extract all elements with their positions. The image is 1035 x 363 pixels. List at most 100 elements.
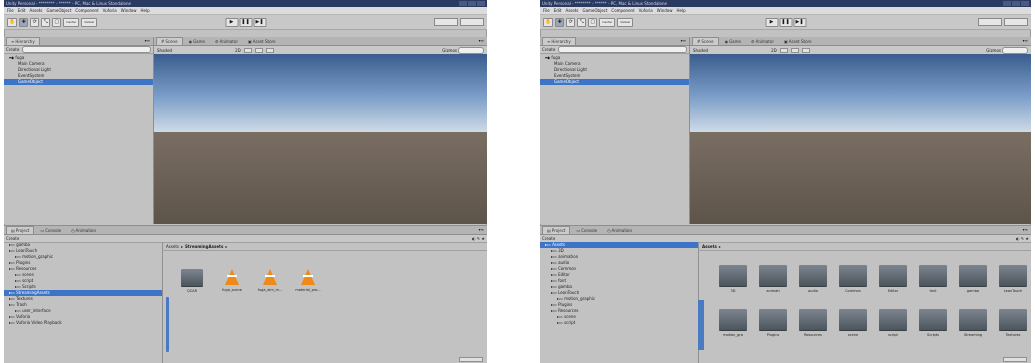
- project-tree-item[interactable]: ▸▭ script: [540, 320, 698, 326]
- tab-hierarchy[interactable]: ≡ Hierarchy: [542, 37, 576, 45]
- hierarchy-search-input[interactable]: [558, 46, 687, 53]
- effects-toggle-icon[interactable]: [801, 47, 810, 53]
- asset-item[interactable]: LeanTouch: [996, 265, 1030, 293]
- project-scrollbar[interactable]: [698, 300, 704, 350]
- menu-assets[interactable]: Assets: [29, 8, 42, 13]
- pause-icon[interactable]: ❚❚: [239, 17, 252, 27]
- project-tree-item[interactable]: ▸▭ Vuforia Video Playback: [4, 320, 162, 326]
- asset-item[interactable]: Common: [836, 265, 870, 293]
- step-icon[interactable]: ▶❚: [793, 17, 806, 27]
- asset-item[interactable]: Streaming: [956, 309, 990, 337]
- asset-item[interactable]: fuga_scene: [220, 269, 244, 292]
- menu-vuforia[interactable]: Vuforia: [103, 8, 117, 13]
- menu-component[interactable]: Component: [611, 8, 634, 13]
- menu-file[interactable]: File: [7, 8, 14, 13]
- rect-tool-icon[interactable]: ▢: [588, 17, 598, 27]
- move-tool-icon[interactable]: ✚: [19, 17, 29, 27]
- close-button[interactable]: [1021, 1, 1029, 6]
- zoom-slider[interactable]: [459, 357, 483, 362]
- asset-item[interactable]: font: [916, 265, 950, 293]
- layout-dropdown[interactable]: [1004, 18, 1028, 26]
- tab-animator[interactable]: ⚙ Animator: [211, 38, 242, 45]
- 2d-toggle[interactable]: 2D: [771, 48, 777, 53]
- panel-menu-icon[interactable]: ▾≡: [479, 38, 484, 43]
- space-toggle[interactable]: Global: [617, 17, 633, 27]
- step-icon[interactable]: ▶❚: [253, 17, 266, 27]
- play-icon[interactable]: ▶: [225, 17, 238, 27]
- hand-tool-icon[interactable]: ✋: [543, 17, 554, 27]
- filter-icons[interactable]: ◐ ✎ ★: [472, 236, 485, 241]
- layout-dropdown[interactable]: [460, 18, 484, 26]
- move-tool-icon[interactable]: ✚: [555, 17, 565, 27]
- hierarchy-item-selected[interactable]: GameObject: [540, 79, 689, 85]
- hierarchy-item-selected[interactable]: GameObject: [4, 79, 153, 85]
- asset-item[interactable]: Textures: [996, 309, 1030, 337]
- tab-console[interactable]: ▭ Console: [572, 227, 601, 234]
- rotate-tool-icon[interactable]: ⟳: [566, 17, 576, 27]
- menu-edit[interactable]: Edit: [18, 8, 26, 13]
- create-dropdown[interactable]: Create: [542, 236, 555, 241]
- effects-toggle-icon[interactable]: [265, 47, 274, 53]
- asset-item[interactable]: motion_gra: [716, 309, 750, 337]
- gizmos-dropdown[interactable]: Gizmos: [986, 48, 1001, 53]
- asset-item[interactable]: audio: [796, 265, 830, 293]
- audio-toggle-icon[interactable]: [254, 47, 263, 53]
- hand-tool-icon[interactable]: ✋: [7, 17, 18, 27]
- rect-tool-icon[interactable]: ▢: [52, 17, 62, 27]
- tab-asset-store[interactable]: ▣ Asset Store: [244, 38, 280, 45]
- scale-tool-icon[interactable]: ⤡: [41, 17, 51, 27]
- menu-help[interactable]: Help: [677, 8, 686, 13]
- asset-item[interactable]: animati: [756, 265, 790, 293]
- rotate-tool-icon[interactable]: ⟳: [30, 17, 40, 27]
- lighting-toggle-icon[interactable]: [243, 47, 252, 53]
- filter-icons[interactable]: ◐ ✎ ★: [1016, 236, 1029, 241]
- space-toggle[interactable]: Global: [81, 17, 97, 27]
- tab-game[interactable]: ◉ Game: [185, 38, 209, 45]
- menu-help[interactable]: Help: [141, 8, 150, 13]
- 2d-toggle[interactable]: 2D: [235, 48, 241, 53]
- audio-toggle-icon[interactable]: [790, 47, 799, 53]
- minimize-button[interactable]: [1003, 1, 1011, 6]
- panel-menu-icon[interactable]: ▾≡: [479, 227, 484, 232]
- pivot-toggle[interactable]: Center: [63, 17, 80, 27]
- tab-animation[interactable]: ◷ Animation: [67, 227, 100, 234]
- maximize-button[interactable]: [1012, 1, 1020, 6]
- asset-item[interactable]: Plugins: [756, 309, 790, 337]
- asset-item[interactable]: script: [876, 309, 910, 337]
- lighting-toggle-icon[interactable]: [779, 47, 788, 53]
- panel-menu-icon[interactable]: ▾≡: [145, 38, 150, 43]
- breadcrumb-root[interactable]: Assets: [166, 244, 179, 249]
- pause-icon[interactable]: ❚❚: [779, 17, 792, 27]
- hierarchy-search-input[interactable]: [22, 46, 151, 53]
- tab-animator[interactable]: ⚙ Animator: [747, 38, 778, 45]
- scene-search-input[interactable]: [1002, 46, 1028, 54]
- tab-project[interactable]: ▤ Project: [6, 226, 35, 234]
- tab-asset-store[interactable]: ▣ Asset Store: [780, 38, 816, 45]
- menu-window[interactable]: Window: [121, 8, 137, 13]
- asset-item[interactable]: material_pro...: [295, 269, 321, 292]
- menu-assets[interactable]: Assets: [565, 8, 578, 13]
- asset-item[interactable]: fuga_aim_m...: [258, 269, 282, 292]
- tab-console[interactable]: ▭ Console: [36, 227, 65, 234]
- asset-item[interactable]: Resources: [796, 309, 830, 337]
- tab-scene[interactable]: # Scene: [692, 37, 719, 45]
- shading-mode-dropdown[interactable]: Shaded: [157, 48, 172, 53]
- scene-viewport[interactable]: [690, 54, 1031, 224]
- menu-edit[interactable]: Edit: [554, 8, 562, 13]
- scale-tool-icon[interactable]: ⤡: [577, 17, 587, 27]
- panel-menu-icon[interactable]: ▾≡: [1023, 227, 1028, 232]
- tab-animation[interactable]: ◷ Animation: [603, 227, 636, 234]
- tab-scene[interactable]: # Scene: [156, 37, 183, 45]
- gizmos-dropdown[interactable]: Gizmos: [442, 48, 457, 53]
- asset-item[interactable]: 3D: [716, 265, 750, 293]
- create-dropdown[interactable]: Create: [6, 47, 19, 52]
- breadcrumb-current[interactable]: StreamingAssets: [185, 244, 223, 249]
- tab-project[interactable]: ▤ Project: [542, 226, 571, 234]
- menu-gameobject[interactable]: GameObject: [46, 8, 71, 13]
- scene-search-input[interactable]: [458, 46, 484, 54]
- shading-mode-dropdown[interactable]: Shaded: [693, 48, 708, 53]
- tab-hierarchy[interactable]: ≡ Hierarchy: [6, 37, 40, 45]
- menu-window[interactable]: Window: [657, 8, 673, 13]
- asset-item[interactable]: scene: [836, 309, 870, 337]
- asset-item[interactable]: QCAR: [180, 269, 204, 293]
